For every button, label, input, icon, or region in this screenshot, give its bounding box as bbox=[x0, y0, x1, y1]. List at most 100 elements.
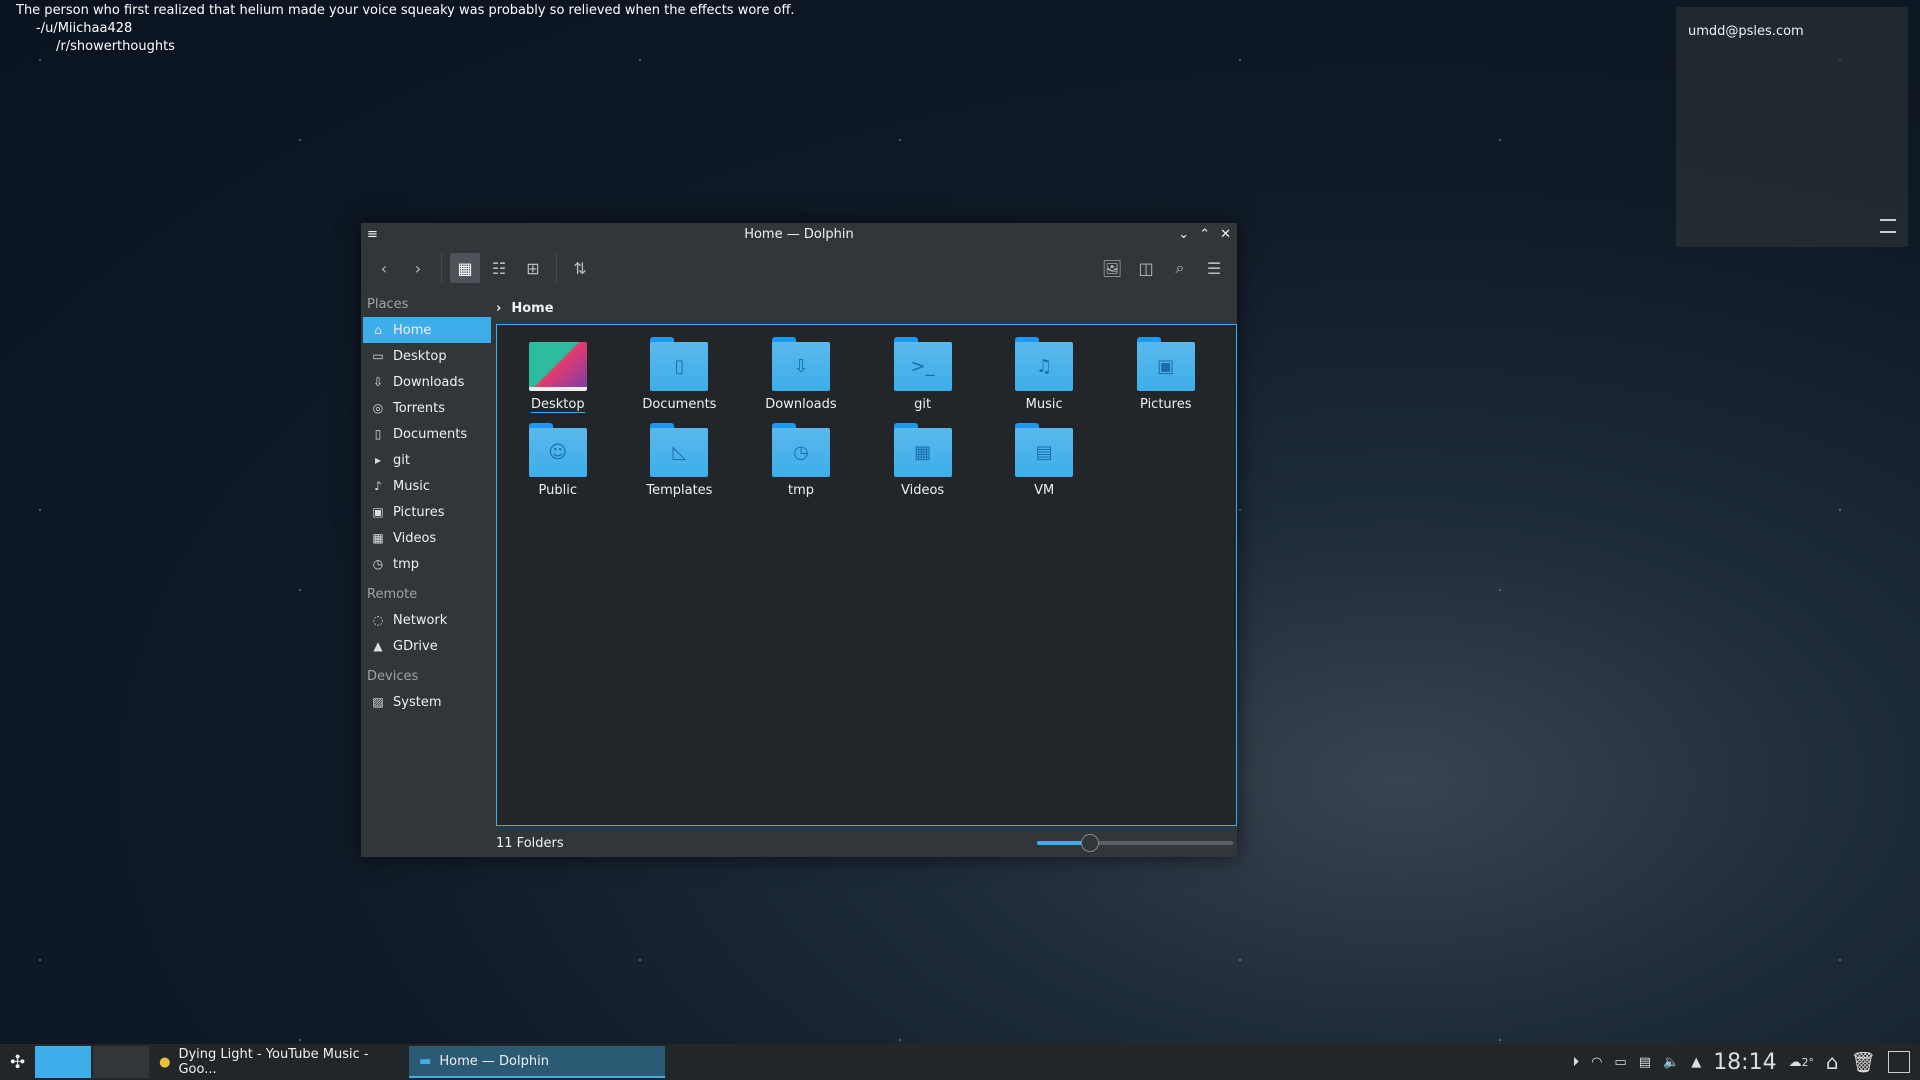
sidebar-item-label: Downloads bbox=[393, 374, 465, 390]
folder-item[interactable]: ▦ Videos bbox=[862, 423, 984, 498]
sidebar-item-pictures[interactable]: ▣ Pictures bbox=[363, 499, 491, 525]
media-player-icon[interactable]: ⏵ bbox=[1573, 1055, 1580, 1070]
breadcrumb[interactable]: › Home bbox=[496, 293, 554, 323]
sidebar-item-git[interactable]: ▸ git bbox=[363, 447, 491, 473]
sidebar-item-downloads[interactable]: ⇩ Downloads bbox=[363, 369, 491, 395]
title-bar[interactable]: ≡ Home — Dolphin ⌄ ⌃ ✕ bbox=[361, 223, 1237, 247]
tray-expand-icon[interactable]: ▲ bbox=[1691, 1055, 1701, 1070]
zoom-slider-handle[interactable] bbox=[1080, 834, 1099, 852]
picture-icon: ▣ bbox=[372, 505, 384, 519]
home-icon: ⌂ bbox=[374, 323, 382, 337]
quote-source: /r/showerthoughts bbox=[56, 39, 175, 54]
folder-icon: ☺ bbox=[528, 423, 587, 477]
window-title: Home — Dolphin bbox=[744, 227, 854, 242]
sidebar-item-label: Desktop bbox=[393, 348, 447, 364]
sidebar-item-label: Network bbox=[393, 612, 448, 628]
details-view-button[interactable]: ⊞ bbox=[518, 253, 548, 283]
folder-item[interactable]: ☺ Public bbox=[497, 423, 619, 498]
pager-desktop-2[interactable] bbox=[93, 1046, 150, 1078]
sidebar-item-network[interactable]: ◌ Network bbox=[363, 607, 491, 633]
folder-label: tmp bbox=[787, 483, 814, 498]
section-header: Remote bbox=[367, 587, 418, 602]
music-icon: ♪ bbox=[374, 479, 382, 493]
preview-button[interactable]: 🖼 bbox=[1097, 253, 1127, 283]
folder-label: Templates bbox=[646, 483, 713, 498]
folder-item[interactable]: ▤ VM bbox=[983, 423, 1105, 498]
app-launcher-icon[interactable]: ✣ bbox=[0, 1046, 35, 1078]
sidebar-item-label: tmp bbox=[393, 556, 420, 572]
sidebar-item-label: System bbox=[393, 694, 442, 710]
network-icon: ◌ bbox=[372, 613, 384, 627]
file-view[interactable]: Desktop ▯ Documents ⇩ Downloads >_ git ♫ Music ▣ P… bbox=[496, 324, 1237, 826]
folder-item[interactable]: ◺ Templates bbox=[619, 423, 741, 498]
back-button[interactable]: ‹ bbox=[369, 253, 399, 283]
window-menu-icon[interactable]: ≡ bbox=[367, 223, 378, 247]
sidebar-item-torrents[interactable]: ◎ Torrents bbox=[363, 395, 491, 421]
sidebar-item-videos[interactable]: ▦ Videos bbox=[363, 525, 491, 551]
compact-view-button[interactable]: ☷ bbox=[484, 253, 514, 283]
close-button[interactable]: ✕ bbox=[1220, 223, 1231, 247]
folder-icon: >_ bbox=[893, 337, 952, 391]
folder-item[interactable]: ▯ Documents bbox=[619, 337, 741, 413]
folder-item[interactable]: Desktop bbox=[497, 337, 619, 413]
sidebar-item-label: GDrive bbox=[393, 638, 438, 654]
folder-icon: ⇩ bbox=[771, 337, 830, 391]
folder-label: VM bbox=[1034, 483, 1055, 498]
gdrive-icon: ▲ bbox=[373, 639, 383, 653]
trash-icon[interactable]: 🗑 bbox=[1851, 1050, 1876, 1074]
show-desktop-button[interactable] bbox=[1888, 1051, 1910, 1073]
sidebar-item-label: Torrents bbox=[393, 400, 445, 416]
minimize-button[interactable]: ⌄ bbox=[1178, 223, 1189, 247]
folder-item[interactable]: >_ git bbox=[862, 337, 984, 413]
sidebar-item-system[interactable]: ▨ System bbox=[363, 689, 491, 715]
hamburger-menu-button[interactable]: ☰ bbox=[1199, 253, 1229, 283]
system-tray: ⏵ ◠ ▭ ▤ 🔈 ▲ 18:14 ☁2° ⌂ 🗑 bbox=[1573, 1050, 1920, 1075]
zoom-slider[interactable] bbox=[1037, 834, 1233, 852]
clock[interactable]: 18:14 bbox=[1713, 1050, 1776, 1075]
sidebar-item-gdrive[interactable]: ▲ GDrive bbox=[363, 633, 491, 659]
folder-item[interactable]: ⇩ Downloads bbox=[740, 337, 862, 413]
breadcrumb-home[interactable]: Home bbox=[511, 301, 553, 316]
maximize-button[interactable]: ⌃ bbox=[1199, 223, 1210, 247]
sidebar-item-desktop[interactable]: ▭ Desktop bbox=[363, 343, 491, 369]
weather-icon[interactable]: ☁2° bbox=[1789, 1055, 1814, 1070]
folder-item[interactable]: ▣ Pictures bbox=[1105, 337, 1227, 413]
folder-icon bbox=[528, 337, 587, 391]
sort-button[interactable]: ⇅ bbox=[565, 253, 595, 283]
sidebar-item-music[interactable]: ♪ Music bbox=[363, 473, 491, 499]
pager-desktop-1[interactable] bbox=[35, 1046, 92, 1078]
sidebar-item-home[interactable]: ⌂ Home bbox=[363, 317, 491, 343]
wifi-icon[interactable]: ◠ bbox=[1591, 1055, 1602, 1070]
sidebar-item-tmp[interactable]: ◷ tmp bbox=[363, 551, 491, 577]
search-button[interactable]: ⌕ bbox=[1165, 253, 1195, 283]
video-icon: ▦ bbox=[372, 531, 384, 545]
folder-label: Downloads bbox=[765, 397, 837, 412]
forward-button[interactable]: › bbox=[403, 253, 433, 283]
folder-label: Public bbox=[538, 483, 578, 498]
battery-icon[interactable]: ▭ bbox=[1614, 1055, 1626, 1070]
toolbar: ‹ › ▦ ☷ ⊞ ⇅ 🖼 ◫ ⌕ ☰ bbox=[361, 247, 1237, 289]
home-icon[interactable]: ⌂ bbox=[1826, 1050, 1839, 1074]
document-icon: ▯ bbox=[374, 427, 382, 441]
folder-icon: ▯ bbox=[650, 337, 709, 391]
folder-item[interactable]: ◷ tmp bbox=[740, 423, 862, 498]
task-dolphin[interactable]: ▬ Home — Dolphin bbox=[409, 1046, 666, 1078]
drive-icon: ▨ bbox=[372, 695, 384, 709]
terminal-icon: ▸ bbox=[374, 453, 382, 467]
chevron-right-icon: › bbox=[496, 300, 502, 316]
sidebar-item-documents[interactable]: ▯ Documents bbox=[363, 421, 491, 447]
icons-view-button[interactable]: ▦ bbox=[450, 253, 480, 283]
quote-author: -/u/Miichaa428 bbox=[36, 21, 133, 36]
settings-icon[interactable] bbox=[1880, 219, 1896, 233]
split-view-button[interactable]: ◫ bbox=[1131, 253, 1161, 283]
sidebar-item-label: Documents bbox=[393, 426, 468, 442]
task-chrome[interactable]: ● Dying Light - YouTube Music - Goo... bbox=[149, 1046, 409, 1078]
places-panel: Places ⌂ Home ▭ Desktop ⇩ Downloads ◎ Torrents ▯ D… bbox=[363, 293, 491, 721]
clipboard-icon[interactable]: ▤ bbox=[1639, 1055, 1651, 1070]
folder-icon: ◷ bbox=[771, 423, 830, 477]
volume-icon[interactable]: 🔈 bbox=[1663, 1055, 1679, 1070]
dolphin-icon: ▬ bbox=[419, 1053, 432, 1069]
quote-text: The person who first realized that heliu… bbox=[16, 3, 795, 18]
folder-label: Documents bbox=[642, 397, 717, 412]
folder-item[interactable]: ♫ Music bbox=[983, 337, 1105, 413]
